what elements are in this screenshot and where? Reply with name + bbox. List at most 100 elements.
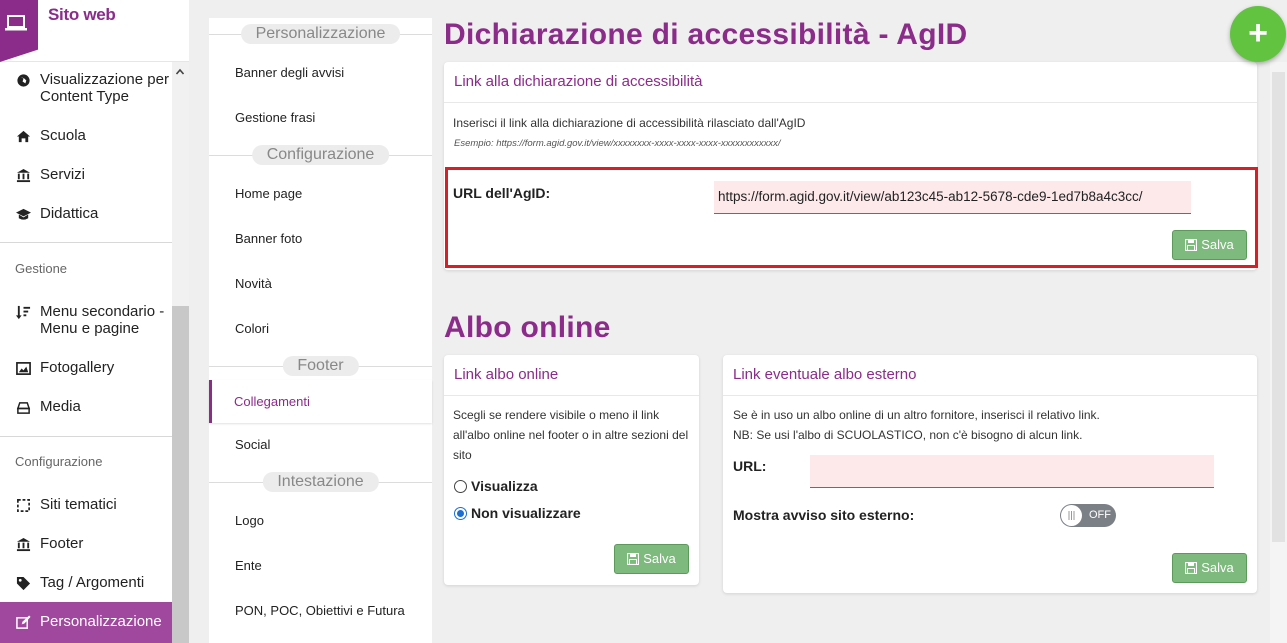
sidebar-item-label: Menu secondario - Menu e pagine — [40, 303, 165, 337]
highlight-box — [445, 167, 1258, 268]
sidebar-item-siti-tematici[interactable]: Siti tematici — [0, 496, 172, 516]
sidebar-item-fotogallery[interactable]: Fotogallery — [0, 359, 172, 379]
url-esterno-label: URL: — [733, 458, 767, 474]
page-scrollbar[interactable] — [1270, 62, 1287, 643]
heading-albo: Albo online — [444, 311, 611, 344]
crop-icon — [17, 499, 30, 512]
hdd-icon — [16, 402, 31, 414]
card-text-line2: NB: Se usi l'albo di SCUOLASTICO, non c'… — [733, 428, 1083, 442]
subnav-item-label: Collegamenti — [234, 394, 310, 409]
laptop-icon — [5, 15, 27, 31]
floppy-icon — [627, 553, 640, 565]
bank-icon — [16, 168, 31, 183]
notice-toggle[interactable]: OFF — [1060, 504, 1116, 527]
card-description: Inserisci il link alla dichiarazione di … — [453, 116, 806, 130]
sort-icon — [16, 305, 31, 320]
sidebar-item-label: Tag / Argomenti — [40, 574, 145, 591]
radio-non-visualizzare[interactable]: Non visualizzare — [454, 505, 581, 521]
sidebar-item-label: Media — [40, 398, 81, 415]
graduation-cap-icon — [16, 208, 31, 220]
subnav-section-title: Footer — [282, 356, 359, 376]
floppy-icon — [1185, 562, 1198, 574]
brand-title: Sito web — [48, 5, 116, 24]
save-button-label: Salva — [1201, 560, 1234, 575]
subnav-item-novita[interactable]: Novità — [235, 276, 272, 291]
url-example: Esempio: https://form.agid.gov.it/view/x… — [454, 138, 781, 149]
chevron-up-icon[interactable] — [176, 68, 184, 76]
card-header: Link alla dichiarazione di accessibilità — [444, 62, 1257, 103]
subnav-item-collegamenti[interactable]: Collegamenti — [209, 380, 432, 423]
sidebar-item-didattica[interactable]: Didattica — [0, 205, 172, 225]
sidebar-item-servizi[interactable]: Servizi — [0, 166, 172, 186]
divider — [0, 436, 172, 437]
divider — [0, 242, 172, 243]
tag-icon — [16, 576, 31, 591]
radio-visualizza[interactable]: Visualizza — [454, 478, 538, 494]
subnav-section-personalizzazione: Personalizzazione — [209, 24, 432, 44]
subnav-item-banner-avvisi[interactable]: Banner degli avvisi — [235, 65, 344, 80]
sidebar-item-label: Personalizzazione — [40, 613, 162, 630]
subnav-item-logo[interactable]: Logo — [235, 513, 264, 528]
subnav-section-footer: Footer — [209, 356, 432, 376]
subnav-section-title: Personalizzazione — [240, 24, 401, 44]
subnav-item-gestione-frasi[interactable]: Gestione frasi — [235, 110, 315, 125]
radio-circle — [454, 480, 467, 493]
card-title: Link alla dichiarazione di accessibilità — [454, 73, 703, 90]
subnav-section-configurazione: Configurazione — [209, 145, 432, 165]
globe-icon — [17, 74, 30, 87]
card-albo-esterno: Link eventuale albo esterno Se è in uso … — [723, 355, 1257, 593]
sidebar-item-scuola[interactable]: Scuola — [0, 127, 172, 147]
url-esterno-input[interactable] — [810, 455, 1214, 488]
radio-label: Non visualizzare — [471, 505, 581, 521]
save-button[interactable]: Salva — [614, 544, 689, 574]
subnav-item-home-page[interactable]: Home page — [235, 186, 302, 201]
subnav-item-ente[interactable]: Ente — [235, 558, 262, 573]
section-label-configurazione: Configurazione — [15, 454, 103, 469]
sidebar-item-content-type[interactable]: Visualizzazione per Content Type — [0, 71, 172, 107]
subnav-section-intestazione: Intestazione — [209, 472, 432, 492]
sidebar-item-media[interactable]: Media — [0, 398, 172, 418]
subnav-section-title: Intestazione — [262, 472, 379, 492]
sidebar-item-label: Scuola — [40, 127, 86, 144]
sidebar-item-label: Footer — [40, 535, 84, 552]
card-header: Link eventuale albo esterno — [723, 355, 1257, 396]
sidebar-item-footer[interactable]: Footer — [0, 535, 172, 555]
subnav-section-title: Configurazione — [251, 145, 390, 165]
card-description: Scegli se rendere visibile o meno il lin… — [453, 408, 689, 462]
radio-circle-selected — [454, 507, 467, 520]
card-text-line1: Se è in uso un albo online di un altro f… — [733, 408, 1100, 422]
card-header: Link albo online — [444, 355, 699, 396]
edit-icon — [16, 615, 31, 629]
page-scroll-thumb[interactable] — [1272, 72, 1285, 542]
sidebar-scroll-thumb[interactable] — [172, 306, 189, 643]
subnav-item-social[interactable]: Social — [235, 437, 270, 452]
heading-accessibilita: Dichiarazione di accessibilità - AgID — [444, 18, 968, 51]
toggle-knob — [1061, 505, 1082, 526]
radio-label: Visualizza — [471, 478, 538, 494]
sidebar-item-label: Siti tematici — [40, 496, 117, 513]
home-icon — [16, 130, 31, 143]
subnav-item-banner-foto[interactable]: Banner foto — [235, 231, 302, 246]
section-label-gestione: Gestione — [15, 261, 68, 276]
add-button[interactable]: + — [1230, 6, 1286, 62]
save-button[interactable]: Salva — [1172, 553, 1247, 583]
sidebar-scrollbar[interactable] — [172, 62, 189, 643]
sidebar-item-menu-secondario[interactable]: Menu secondario - Menu e pagine — [0, 303, 172, 339]
subnav-item-colori[interactable]: Colori — [235, 321, 269, 336]
grip-icon — [1068, 511, 1075, 520]
sidebar: Sito web Visualizzazione per Content Typ… — [0, 0, 189, 643]
brand-header[interactable]: Sito web — [0, 0, 189, 62]
sidebar-item-label: Visualizzazione per Content Type — [40, 71, 169, 105]
sidebar-item-label: Didattica — [40, 205, 99, 222]
subnav-item-pon-poc[interactable]: PON, POC, Obiettivi e Futura — [235, 603, 405, 618]
subnav-section-cut — [209, 635, 432, 643]
card-title: Link eventuale albo esterno — [733, 366, 917, 383]
sidebar-item-tag-argomenti[interactable]: Tag / Argomenti — [0, 574, 172, 594]
sidebar-item-label: Servizi — [40, 166, 86, 183]
notice-label: Mostra avviso sito esterno: — [733, 507, 915, 523]
save-button-label: Salva — [643, 551, 676, 566]
sidebar-item-personalizzazione[interactable]: Personalizzazione — [0, 602, 172, 643]
bank-icon — [16, 537, 31, 552]
image-icon — [16, 362, 31, 375]
card-link-albo: Link albo online Scegli se rendere visib… — [444, 355, 699, 585]
